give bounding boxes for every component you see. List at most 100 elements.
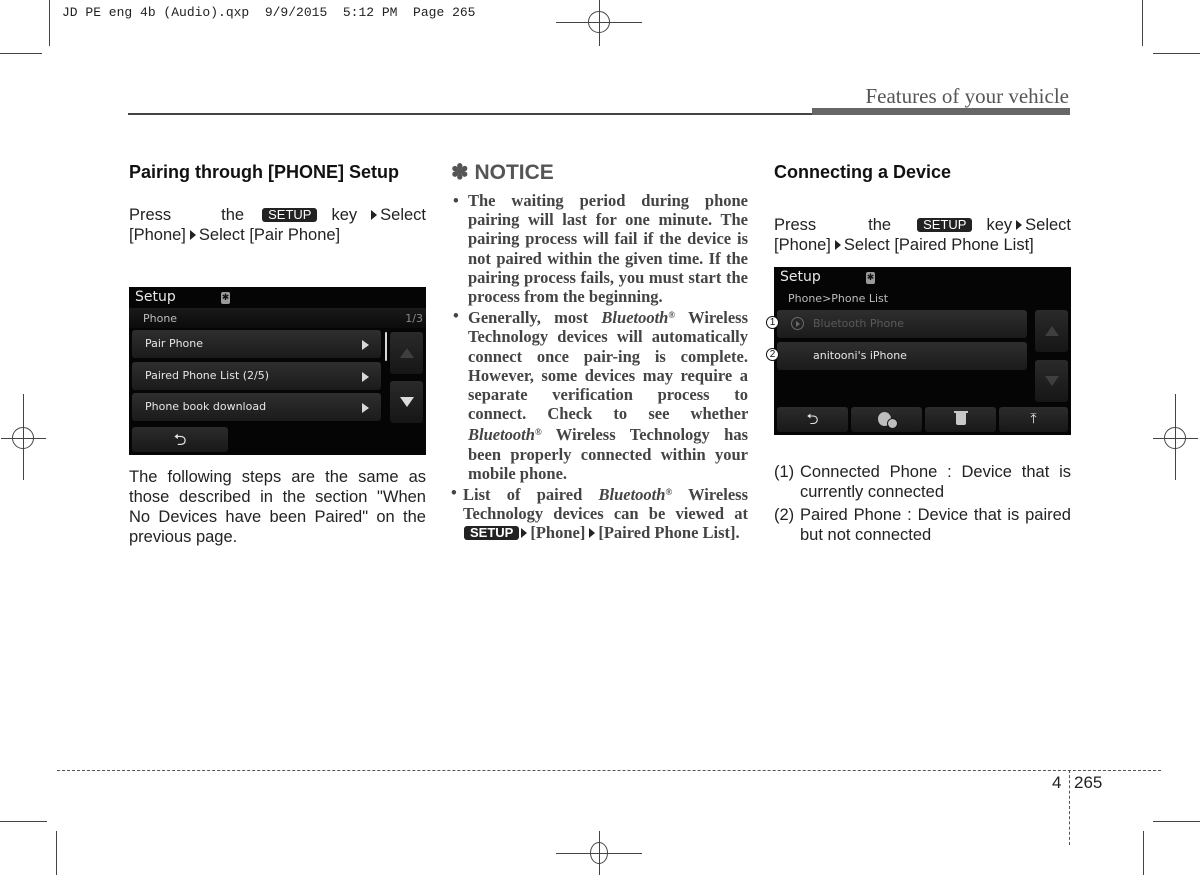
chevron-right-icon bbox=[362, 403, 369, 413]
setup-key-badge: SETUP bbox=[262, 208, 318, 222]
brand-name: Bluetooth bbox=[601, 308, 669, 328]
instruction-step: Select [Paired Phone List] bbox=[843, 236, 1034, 254]
header-rule bbox=[128, 113, 812, 115]
step-arrow-icon bbox=[589, 528, 596, 539]
trash-icon bbox=[956, 413, 966, 425]
step-arrow-icon bbox=[371, 210, 378, 220]
scrollbar[interactable] bbox=[385, 332, 387, 361]
move-to-top-button[interactable]: ⤒ bbox=[999, 407, 1068, 432]
page-number: 265 bbox=[1074, 773, 1103, 792]
setup-key-badge: SETUP bbox=[917, 218, 973, 232]
menu-item-label: Pair Phone bbox=[145, 337, 204, 350]
callout-2: 2 bbox=[766, 348, 779, 361]
registered-mark: ® bbox=[668, 310, 676, 321]
step-arrow-icon bbox=[189, 230, 196, 240]
notice-list: • The waiting period during phone pairing… bbox=[451, 191, 748, 543]
crop-mark-top-right-v bbox=[1142, 0, 1143, 46]
move-to-top-icon: ⤒ bbox=[1030, 411, 1037, 427]
callout-1: 1 bbox=[766, 316, 779, 329]
notice-text: List of paired bbox=[463, 485, 583, 505]
slug-line: JD PE eng 4b (Audio).qxp 9/9/2015 5:12 P… bbox=[62, 5, 476, 20]
setup-key-badge: SETUP bbox=[464, 526, 520, 541]
steps-note: The following steps are the same as thos… bbox=[129, 468, 426, 546]
crop-mark-top-left-h bbox=[0, 53, 42, 54]
notice-title: NOTICE bbox=[474, 161, 554, 184]
notice-item: • The waiting period during phone pairing… bbox=[453, 191, 748, 307]
scroll-up-button[interactable] bbox=[390, 332, 423, 374]
crop-mark-bottom-right-v bbox=[1143, 831, 1144, 875]
back-button[interactable]: ⮌ bbox=[132, 427, 228, 452]
device-name: Bluetooth Phone bbox=[813, 317, 904, 330]
device-row-paired[interactable]: anitooni's iPhone bbox=[777, 342, 1027, 370]
notice-item: • Generally, most Bluetooth® Wireless Tec… bbox=[453, 306, 749, 483]
footer-dashed-divider bbox=[1069, 770, 1070, 845]
instruction-step: Select [Pair Phone] bbox=[198, 226, 341, 244]
notice-box: ✽ NOTICE • The waiting period during phon… bbox=[451, 160, 748, 543]
connected-play-icon bbox=[791, 317, 804, 330]
menu-item-phone-book-download[interactable]: Phone book download bbox=[132, 393, 381, 421]
crop-mark-bottom-left-h bbox=[0, 821, 47, 822]
back-button[interactable]: ⮌ bbox=[777, 407, 848, 432]
back-arrow-icon: ⮌ bbox=[173, 430, 187, 449]
step-arrow-icon bbox=[834, 240, 841, 250]
definition-number: (2) bbox=[774, 506, 795, 524]
phone-setup-screen: Setup ✱ Phone 1/3 Pair Phone Paired Phon… bbox=[129, 287, 426, 455]
notice-text: Generally, most bbox=[468, 308, 589, 328]
screen-title: Setup bbox=[780, 269, 821, 285]
crop-mark-bottom-left-v bbox=[56, 831, 57, 875]
left-column: Pairing through [PHONE] Setup Press the S… bbox=[129, 162, 426, 245]
arrow-down-icon bbox=[399, 397, 414, 407]
crop-mark-bottom-right-h bbox=[1153, 821, 1200, 822]
phone-list-screen: Setup ✱ Phone>Phone List Bluetooth Phone… bbox=[774, 267, 1071, 435]
notice-item: • List of paired Bluetooth® Wireless Tech… bbox=[451, 483, 748, 543]
instruction-text: key bbox=[986, 216, 1013, 234]
chevron-right-icon bbox=[362, 372, 369, 382]
notice-heading: ✽ NOTICE bbox=[451, 160, 748, 185]
menu-item-pair-phone[interactable]: Pair Phone bbox=[132, 330, 381, 358]
running-head: Features of your vehicle bbox=[865, 84, 1069, 108]
registered-mark: ® bbox=[534, 427, 542, 438]
notice-asterisk-icon: ✽ bbox=[451, 161, 469, 184]
page-indicator: 1/3 bbox=[405, 312, 423, 325]
scroll-down-button[interactable] bbox=[1035, 360, 1068, 402]
bluetooth-icon: ✱ bbox=[866, 272, 875, 284]
right-column: Connecting a Device Press the SETUP key Sel… bbox=[774, 162, 1071, 255]
scroll-down-button[interactable] bbox=[390, 381, 423, 423]
step-arrow-icon bbox=[1016, 220, 1023, 230]
definition-number: (1) bbox=[774, 463, 795, 481]
screen-subtitle: Phone bbox=[143, 312, 178, 325]
definitions: (1) Connected Phone : Device that is curr… bbox=[774, 463, 1071, 549]
menu-item-label: Phone book download bbox=[145, 400, 267, 413]
arrow-up-icon bbox=[399, 348, 414, 358]
bluetooth-connect-button[interactable] bbox=[851, 407, 922, 432]
chevron-right-icon bbox=[362, 340, 369, 350]
brand-name: Bluetooth bbox=[468, 425, 535, 445]
bluetooth-icon: ✱ bbox=[221, 292, 230, 304]
instruction-text: key bbox=[331, 206, 358, 224]
instruction-text: Press the bbox=[774, 216, 892, 234]
screen-title: Setup bbox=[135, 289, 176, 305]
crop-mark-top-right-h bbox=[1153, 53, 1200, 54]
menu-path: [Paired Phone List]. bbox=[598, 523, 740, 543]
definition-item: (2) Paired Phone : Device that is paired … bbox=[774, 506, 1071, 545]
chapter-number: 4 bbox=[1052, 773, 1062, 792]
section-heading-pairing: Pairing through [PHONE] Setup bbox=[129, 162, 399, 182]
arrow-down-icon bbox=[1044, 376, 1059, 386]
notice-text: The waiting period during phone pairing … bbox=[468, 191, 748, 307]
definition-list: (1) Connected Phone : Device that is curr… bbox=[774, 463, 1071, 545]
section-heading-connecting: Connecting a Device bbox=[774, 162, 952, 182]
brand-name: Bluetooth bbox=[598, 485, 666, 505]
menu-item-paired-phone-list[interactable]: Paired Phone List (2/5) bbox=[132, 362, 381, 390]
arrow-up-icon bbox=[1044, 326, 1059, 336]
device-name: anitooni's iPhone bbox=[813, 349, 907, 362]
step-arrow-icon bbox=[521, 528, 528, 539]
pairing-instruction: Press the SETUP key Select [Phone] Select [P… bbox=[129, 205, 426, 245]
scroll-up-button[interactable] bbox=[1035, 310, 1068, 352]
play-badge-icon bbox=[887, 418, 898, 429]
menu-path: [Phone] bbox=[530, 523, 586, 543]
delete-button[interactable] bbox=[925, 407, 996, 432]
footer-dashed-rule bbox=[57, 770, 1161, 771]
device-row-connected[interactable]: Bluetooth Phone bbox=[777, 310, 1027, 338]
back-arrow-icon: ⮌ bbox=[806, 410, 819, 428]
left-note: The following steps are the same as thos… bbox=[129, 467, 426, 547]
